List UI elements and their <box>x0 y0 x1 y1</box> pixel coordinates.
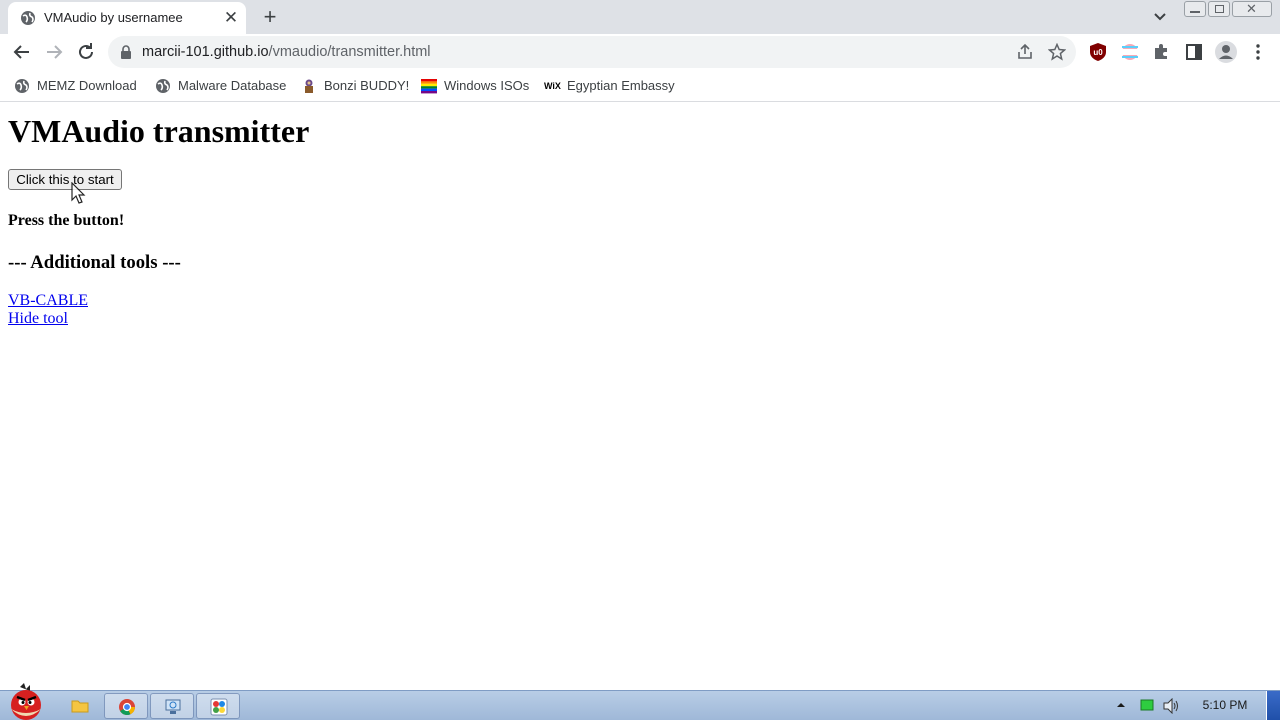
page-title: VMAudio transmitter <box>8 113 310 149</box>
volume-icon[interactable] <box>1162 698 1180 714</box>
browser-toolbar: marcii-101.github.io/vmaudio/transmitter… <box>0 34 1280 70</box>
vb-cable-link[interactable]: VB-CABLE <box>8 292 88 310</box>
profile-avatar-icon[interactable] <box>1215 41 1237 63</box>
side-panel-icon[interactable] <box>1184 42 1204 62</box>
lock-icon[interactable] <box>120 45 132 59</box>
globe-icon <box>156 79 170 93</box>
bookmark-star-icon[interactable] <box>1048 43 1066 61</box>
bonzi-icon <box>305 79 313 93</box>
url-text: marcii-101.github.io/vmaudio/transmitter… <box>142 44 431 60</box>
hide-tool-link[interactable]: Hide tool <box>8 310 68 328</box>
bookmark-malware-database[interactable]: Malware Database <box>155 76 287 96</box>
chrome-icon <box>119 699 135 715</box>
bookmark-label: Egyptian Embassy <box>567 78 675 93</box>
status-text: Press the button! <box>8 212 125 229</box>
taskbar-item-explorer[interactable] <box>58 693 102 719</box>
browser-tab[interactable]: VMAudio by usernamee ✕ <box>8 2 246 34</box>
wix-icon: WiX <box>544 81 561 91</box>
url-path: /vmaudio/transmitter.html <box>268 44 431 60</box>
paint-icon <box>210 698 228 716</box>
bookmark-label: Windows ISOs <box>444 78 530 93</box>
tab-strip: VMAudio by usernamee ✕ + ✕ <box>0 0 1280 34</box>
bookmark-bonzi-buddy[interactable]: Bonzi BUDDY! <box>301 76 410 96</box>
chevron-down-icon[interactable] <box>1150 8 1170 26</box>
mouse-cursor-icon <box>71 182 86 204</box>
new-tab-button[interactable]: + <box>259 6 281 28</box>
angry-birds-start-icon[interactable] <box>2 683 52 720</box>
additional-tools-heading: --- Additional tools --- <box>8 252 181 273</box>
bookmarks-bar: MEMZ Download Malware Database Bonzi BUD… <box>0 70 1280 102</box>
bookmark-egyptian-embassy[interactable]: WiX Egyptian Embassy <box>544 76 675 96</box>
menu-kebab-icon[interactable] <box>1248 42 1268 62</box>
globe-icon <box>21 11 35 25</box>
extensions-puzzle-icon[interactable] <box>1152 42 1172 62</box>
ublock-icon[interactable]: u0 <box>1088 42 1108 62</box>
bookmark-label: Bonzi BUDDY! <box>324 78 410 93</box>
share-icon[interactable] <box>1016 43 1034 61</box>
taskbar-item-chrome[interactable] <box>104 693 148 719</box>
restore-button[interactable] <box>1208 1 1230 17</box>
rainbow-flag-icon <box>421 79 437 94</box>
tray-expand-icon[interactable] <box>1116 700 1126 710</box>
back-icon[interactable] <box>10 40 34 64</box>
bookmark-windows-isos[interactable]: Windows ISOs <box>421 76 529 96</box>
url-domain: marcii-101.github.io <box>142 44 269 60</box>
globe-icon <box>15 79 29 93</box>
bookmark-label: Malware Database <box>178 78 287 93</box>
bookmark-memz-download[interactable]: MEMZ Download <box>14 76 139 96</box>
svg-text:u0: u0 <box>1093 48 1103 57</box>
taskbar: 5:10 PM <box>0 683 1280 720</box>
tray-status-icon[interactable] <box>1140 699 1154 711</box>
taskbar-item-paint[interactable] <box>196 693 240 719</box>
close-tab-icon[interactable]: ✕ <box>222 9 240 27</box>
reload-icon[interactable] <box>74 40 98 64</box>
address-bar[interactable]: marcii-101.github.io/vmaudio/transmitter… <box>108 36 1076 68</box>
tab-title: VMAudio by usernamee <box>44 10 183 25</box>
window-close-button[interactable]: ✕ <box>1232 1 1272 17</box>
forward-icon[interactable] <box>42 40 66 64</box>
page-content: VMAudio transmitter Click this to start … <box>0 103 1280 690</box>
taskbar-item-network[interactable] <box>150 693 194 719</box>
network-icon <box>165 699 181 714</box>
bookmark-label: MEMZ Download <box>37 78 137 93</box>
start-button[interactable]: Click this to start <box>8 169 122 190</box>
extension-flag-icon[interactable] <box>1120 42 1140 62</box>
show-desktop-button[interactable] <box>1266 691 1280 720</box>
folder-icon <box>71 700 89 713</box>
taskbar-clock[interactable]: 5:10 PM <box>1194 698 1256 712</box>
minimize-button[interactable] <box>1184 1 1206 17</box>
